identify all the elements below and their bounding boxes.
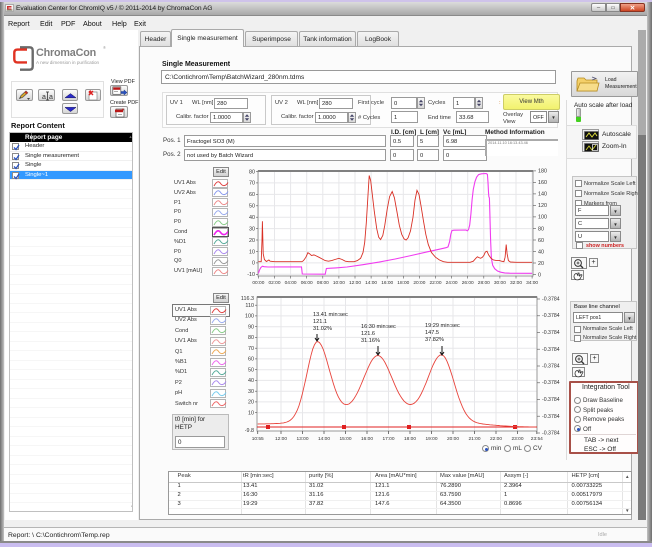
svg-text:20: 20 [248, 400, 254, 406]
svg-text:70: 70 [248, 346, 254, 352]
svg-text:120: 120 [538, 203, 547, 209]
svg-text:80: 80 [538, 226, 544, 232]
svg-text:20:00: 20:00 [447, 436, 459, 442]
svg-text:0: 0 [538, 272, 541, 278]
svg-text:-9.8: -9.8 [245, 428, 254, 434]
svg-text:16:30 min:sec: 16:30 min:sec [361, 324, 396, 330]
svg-text:116.3: 116.3 [241, 296, 254, 302]
svg-text:19:00: 19:00 [425, 436, 437, 442]
svg-text:a: a [49, 94, 53, 101]
svg-text:0: 0 [252, 261, 255, 267]
svg-text:60: 60 [248, 357, 254, 363]
svg-text:20: 20 [538, 261, 544, 267]
svg-text:23:00: 23:00 [511, 436, 523, 442]
svg-text:110: 110 [245, 303, 254, 309]
svg-text:18:00: 18:00 [397, 280, 409, 286]
svg-text:-0.3784: -0.3784 [542, 330, 560, 336]
svg-text:20: 20 [249, 238, 255, 244]
svg-text:28:00: 28:00 [478, 280, 490, 286]
svg-text:-0.3784: -0.3784 [542, 297, 560, 303]
svg-text:12:00: 12:00 [349, 280, 361, 286]
svg-text:80: 80 [248, 335, 254, 341]
svg-text:18:00: 18:00 [404, 436, 416, 442]
svg-text:100: 100 [538, 215, 547, 221]
svg-text:60: 60 [249, 192, 255, 198]
svg-text:80: 80 [249, 169, 255, 175]
svg-text:100: 100 [245, 314, 254, 320]
svg-text:10:55: 10:55 [252, 436, 264, 442]
svg-text:50: 50 [249, 204, 255, 210]
svg-text:140: 140 [538, 192, 547, 198]
svg-text:-0.3784: -0.3784 [542, 347, 560, 353]
svg-text:16:00: 16:00 [381, 280, 393, 286]
svg-text:60: 60 [538, 238, 544, 244]
svg-text:34:00: 34:00 [526, 280, 538, 286]
svg-text:10:00: 10:00 [333, 280, 345, 286]
svg-text:14:00: 14:00 [318, 436, 330, 442]
svg-text:-0.3784: -0.3784 [542, 397, 560, 403]
svg-text:32:00: 32:00 [510, 280, 522, 286]
svg-text:10: 10 [249, 249, 255, 255]
svg-text:121.6: 121.6 [361, 331, 375, 337]
svg-text:12:00: 12:00 [275, 436, 287, 442]
svg-text:13.41 min:sec: 13.41 min:sec [313, 312, 348, 318]
svg-text:20:00: 20:00 [413, 280, 425, 286]
svg-text:15:00: 15:00 [339, 436, 351, 442]
svg-text:24:00: 24:00 [446, 280, 458, 286]
svg-text:121.1: 121.1 [313, 319, 327, 325]
svg-text:10: 10 [248, 411, 254, 417]
svg-text:-0.3784: -0.3784 [542, 414, 560, 420]
svg-text:26:00: 26:00 [462, 280, 474, 286]
svg-text:-0.3784: -0.3784 [542, 364, 560, 370]
svg-text:22:00: 22:00 [490, 436, 502, 442]
svg-text:-0.3784: -0.3784 [542, 380, 560, 386]
svg-text:-0.3784: -0.3784 [542, 313, 560, 319]
svg-text:a: a [42, 94, 46, 101]
svg-text:40: 40 [538, 249, 544, 255]
svg-text:-10: -10 [247, 272, 255, 278]
svg-text:14:00: 14:00 [365, 280, 377, 286]
svg-text:22:00: 22:00 [429, 280, 441, 286]
svg-text:08:00: 08:00 [317, 280, 329, 286]
svg-text:23:54: 23:54 [531, 436, 543, 442]
svg-text:30: 30 [248, 389, 254, 395]
svg-text:30:00: 30:00 [494, 280, 506, 286]
svg-text:16:00: 16:00 [361, 436, 373, 442]
svg-text:00:00: 00:00 [252, 280, 264, 286]
svg-text:06:00: 06:00 [301, 280, 313, 286]
svg-text:17:00: 17:00 [382, 436, 394, 442]
svg-text:40: 40 [248, 378, 254, 384]
svg-text:13:00: 13:00 [296, 436, 308, 442]
svg-text:21:00: 21:00 [468, 436, 480, 442]
svg-text:30: 30 [249, 226, 255, 232]
svg-text:180: 180 [538, 169, 547, 175]
svg-text:40: 40 [249, 215, 255, 221]
svg-text:50: 50 [248, 368, 254, 374]
svg-text:31.02%: 31.02% [313, 326, 332, 332]
svg-text:90: 90 [248, 325, 254, 331]
svg-text:160: 160 [538, 180, 547, 186]
svg-text:31.16%: 31.16% [361, 338, 380, 344]
svg-text:04:00: 04:00 [285, 280, 297, 286]
svg-text:19:29 min:sec: 19:29 min:sec [425, 323, 460, 329]
svg-text:147.5: 147.5 [425, 330, 439, 336]
svg-text:-0.3784: -0.3784 [542, 431, 560, 437]
svg-text:70: 70 [249, 181, 255, 187]
svg-text:37.82%: 37.82% [425, 337, 444, 343]
svg-text:02:00: 02:00 [268, 280, 280, 286]
